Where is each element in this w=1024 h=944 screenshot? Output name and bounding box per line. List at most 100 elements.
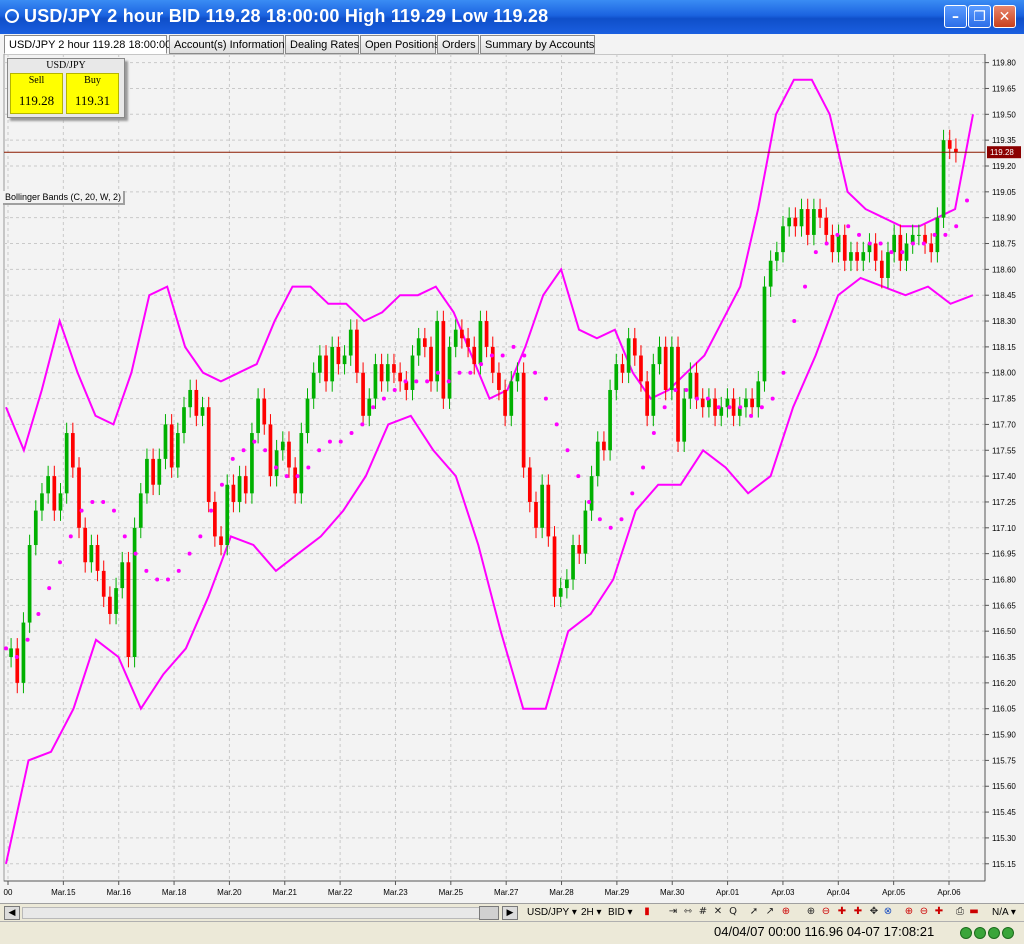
- tab-dealing-rates[interactable]: Dealing Rates: [285, 35, 359, 54]
- bollinger-middle-point: [489, 353, 494, 358]
- bear-candle: [52, 476, 57, 511]
- x-tick-label: Apr.01: [716, 888, 740, 897]
- chart-window: USD/JPY 2 hour BID 119.28 18:00:00 High …: [0, 0, 1024, 944]
- delete-icon[interactable]: ✚: [933, 906, 945, 918]
- print-icon[interactable]: ⎙: [954, 906, 966, 918]
- bear-candle: [805, 209, 810, 235]
- bull-candle: [348, 329, 353, 356]
- bollinger-middle-point: [230, 456, 235, 461]
- channel-icon[interactable]: ⊗: [882, 906, 894, 918]
- connection-icon: [960, 927, 972, 939]
- scroll-left-button[interactable]: ◀: [4, 906, 20, 920]
- bull-candle: [318, 355, 322, 373]
- bear-candle: [484, 321, 489, 347]
- scroll-right-button[interactable]: ▶: [502, 906, 518, 920]
- horizontal-scrollbar[interactable]: [22, 907, 498, 919]
- layout-icon[interactable]: ▬: [968, 906, 980, 918]
- chart-toolbar: ◀ ▶ USD/JPY ▾ 2H ▾ BID ▾ ▮ ⇥ ⇿ # ✕ Q ➚ ↗…: [0, 903, 1024, 922]
- bear-candle: [243, 476, 248, 494]
- bear-candle: [503, 389, 507, 416]
- chart-type-icon[interactable]: ▮: [641, 906, 653, 918]
- clear-icon[interactable]: ⊖: [918, 906, 930, 918]
- y-tick-label: 116.20: [992, 679, 1016, 688]
- bull-candle: [89, 545, 94, 563]
- quote-symbol: USD/JPY: [46, 60, 86, 71]
- maximize-button[interactable]: ❐: [968, 5, 991, 28]
- bull-candle: [237, 476, 242, 502]
- bollinger-middle-point: [867, 241, 872, 246]
- bear-candle: [379, 364, 384, 382]
- cursor-icon[interactable]: ➚: [748, 906, 760, 918]
- chart-area[interactable]: 119.80 119.65 119.50 119.35 119.20 119.05 118.…: [0, 54, 1024, 904]
- bull-candle: [886, 252, 890, 278]
- scroll-thumb[interactable]: [479, 906, 499, 920]
- status-readout: 04/04/07 00:00 116.96 04-07 17:08:21: [714, 924, 935, 939]
- connection-icon: [974, 927, 986, 939]
- bollinger-middle-point: [381, 396, 386, 401]
- bull-candle: [669, 346, 674, 390]
- price-type-select[interactable]: BID ▾: [608, 905, 632, 920]
- close-button[interactable]: ✕: [993, 5, 1016, 28]
- connection-icon: [1002, 927, 1014, 939]
- bear-candle: [534, 501, 538, 528]
- bollinger-middle-point: [90, 499, 95, 504]
- tools-icon[interactable]: ⊕: [903, 906, 915, 918]
- bollinger-middle-point: [101, 499, 106, 504]
- zoom-select[interactable]: N/A ▾: [992, 905, 1016, 920]
- tab-summary-by-accounts[interactable]: Summary by Accounts: [480, 35, 595, 54]
- grid-icon[interactable]: #: [697, 906, 709, 918]
- bear-candle: [490, 346, 495, 373]
- buy-button[interactable]: Buy 119.31: [66, 73, 119, 114]
- bear-candle: [15, 648, 20, 683]
- bollinger-middle-point: [857, 232, 862, 237]
- period-separator-icon[interactable]: ⇥: [667, 906, 679, 918]
- sell-button[interactable]: Sell 119.28: [10, 73, 63, 114]
- fibonacci-icon[interactable]: ✚: [852, 906, 864, 918]
- bollinger-middle-point: [57, 560, 62, 565]
- crosshair-icon[interactable]: ✕: [712, 906, 724, 918]
- tab-orders[interactable]: Orders: [437, 35, 479, 54]
- bollinger-middle-point: [770, 396, 775, 401]
- bull-candle: [836, 234, 841, 253]
- minimize-button[interactable]: –: [944, 5, 967, 28]
- symbol-select[interactable]: USD/JPY ▾: [527, 905, 577, 920]
- retracement-icon[interactable]: ⊕: [780, 906, 792, 918]
- bull-candle: [565, 579, 569, 589]
- tab-open-positions[interactable]: Open Positions: [360, 35, 440, 54]
- x-tick-label: Mar.29: [605, 888, 630, 897]
- y-tick-label: 119.80: [992, 59, 1016, 68]
- draw-line-icon[interactable]: ↗: [764, 906, 776, 918]
- bull-candle: [595, 441, 600, 477]
- title-bar[interactable]: USD/JPY 2 hour BID 119.28 18:00:00 High …: [0, 0, 1024, 34]
- bear-candle: [830, 234, 835, 253]
- y-tick-label: 118.60: [992, 265, 1016, 274]
- bollinger-middle-point: [965, 198, 969, 203]
- price-chart[interactable]: 119.80 119.65 119.50 119.35 119.20 119.05 118.…: [0, 54, 1024, 904]
- zoom-out-icon[interactable]: ⊖: [820, 906, 832, 918]
- bear-candle: [293, 467, 298, 494]
- cross-icon[interactable]: ✚: [836, 906, 848, 918]
- bull-candle: [515, 372, 520, 382]
- bollinger-middle-point: [25, 637, 30, 642]
- bull-candle: [200, 407, 205, 416]
- zoom-in-icon[interactable]: ⊕: [805, 906, 817, 918]
- tab-account-information[interactable]: Account(s) Information: [169, 35, 285, 54]
- bollinger-middle-point: [327, 439, 332, 444]
- scale-icon[interactable]: ⇿: [682, 906, 694, 918]
- y-tick-label: 118.75: [992, 240, 1016, 249]
- period-select[interactable]: 2H ▾: [581, 905, 602, 920]
- bull-candle: [416, 338, 421, 356]
- bollinger-middle-point: [759, 405, 764, 410]
- bear-candle: [700, 398, 705, 408]
- indicator-label[interactable]: Bollinger Bands (C, 20, W, 2): [3, 191, 126, 205]
- pan-icon[interactable]: ✥: [868, 906, 880, 918]
- zoom-icon[interactable]: Q: [727, 906, 739, 918]
- tab-chart[interactable]: USD/JPY 2 hour 119.28 18:00:00: [4, 35, 171, 54]
- bear-candle: [441, 321, 446, 399]
- bull-candle: [787, 217, 792, 227]
- bollinger-middle-point: [165, 577, 170, 582]
- bollinger-middle-point: [630, 491, 635, 496]
- bollinger-middle-point: [111, 508, 116, 513]
- bear-candle: [898, 234, 903, 261]
- bull-candle: [478, 321, 483, 365]
